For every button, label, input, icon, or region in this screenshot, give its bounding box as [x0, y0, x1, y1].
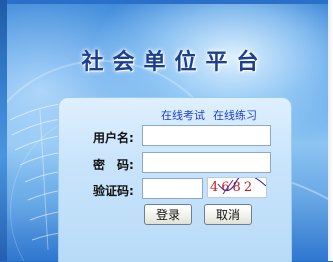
quick-links: 在线考试 在线练习: [161, 107, 257, 123]
page-title: 社会单位平台: [81, 49, 268, 75]
online-practice-link[interactable]: 在线练习: [213, 109, 257, 122]
cancel-button[interactable]: 取消: [204, 204, 252, 225]
top-border: [0, 0, 333, 4]
captcha-image[interactable]: 4682: [207, 177, 267, 198]
login-button[interactable]: 登录: [144, 204, 192, 225]
right-border: [328, 0, 333, 261]
online-exam-link[interactable]: 在线考试: [161, 109, 205, 122]
captcha-input[interactable]: [142, 178, 203, 199]
left-border: [0, 0, 7, 261]
username-input[interactable]: [142, 125, 271, 146]
captcha-label: 验证码:: [93, 184, 134, 198]
username-label: 用户名:: [93, 131, 134, 145]
captcha-noise: [217, 178, 266, 195]
password-input[interactable]: [142, 152, 271, 173]
password-label: 密 码:: [93, 158, 134, 172]
